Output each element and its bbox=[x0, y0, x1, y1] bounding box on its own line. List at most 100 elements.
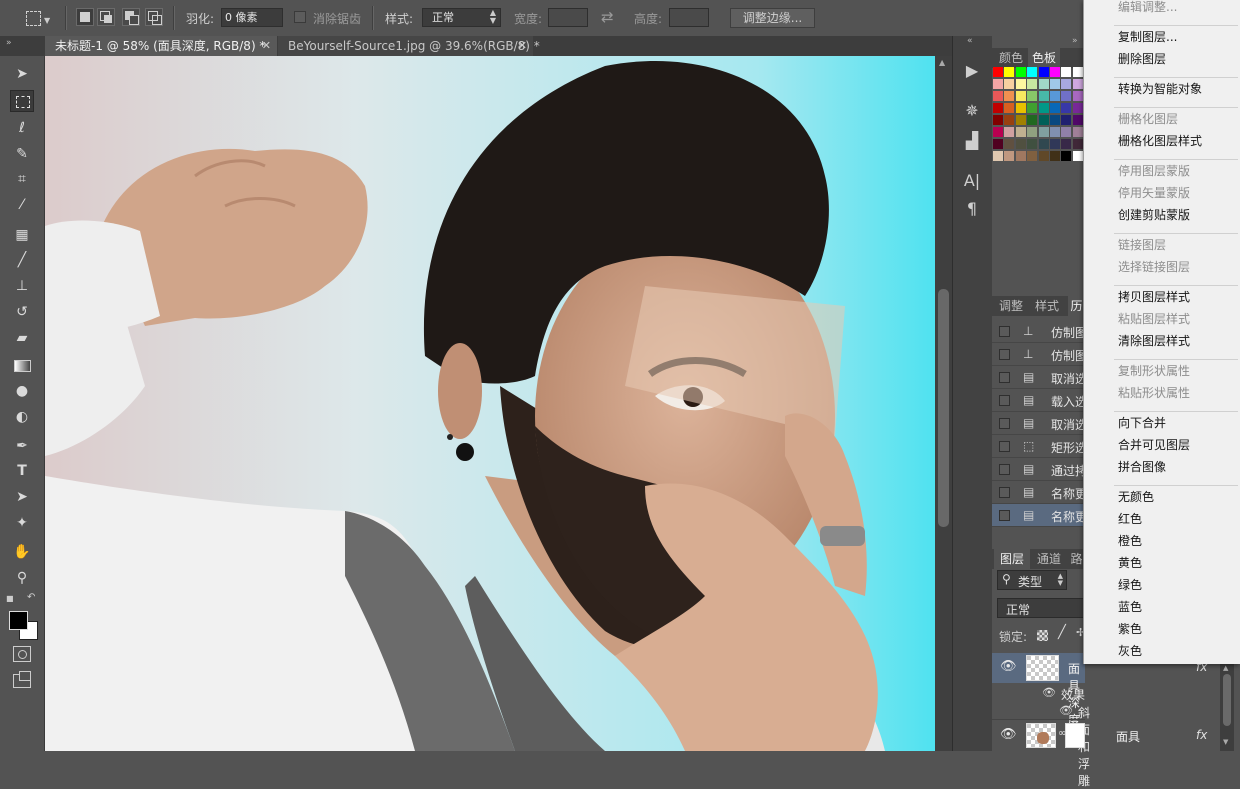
color-swatch[interactable] bbox=[1038, 139, 1049, 149]
history-snapshot-checkbox[interactable] bbox=[999, 418, 1010, 429]
color-swatch[interactable] bbox=[1004, 67, 1015, 77]
close-icon[interactable]: ✕ bbox=[262, 36, 271, 56]
mask-layer-fx-icon[interactable]: fx bbox=[1196, 728, 1207, 742]
refine-edge-button[interactable]: 调整边缘... bbox=[730, 8, 815, 28]
quick-selection-tool-icon[interactable]: ✎ bbox=[10, 143, 34, 165]
color-swatch[interactable] bbox=[1050, 67, 1060, 77]
lock-image-pixels-icon[interactable]: ╱ bbox=[1058, 625, 1066, 640]
type-tool-icon[interactable]: T bbox=[10, 460, 34, 482]
panel-menu-icon[interactable]: » bbox=[1072, 36, 1078, 46]
tab-channels[interactable]: 通道 bbox=[1032, 549, 1066, 569]
navigator-icon[interactable]: ✵ bbox=[961, 100, 983, 122]
add-to-selection-button[interactable] bbox=[97, 8, 115, 26]
menu-item[interactable]: 拼合图像 bbox=[1118, 458, 1166, 475]
color-swatch[interactable] bbox=[1015, 115, 1026, 125]
history-snapshot-checkbox[interactable] bbox=[999, 487, 1010, 498]
histogram-icon[interactable]: ▟ bbox=[961, 130, 983, 152]
tab-untitled-1[interactable]: 未标题-1 @ 58% (面具深度, RGB/8) * ✕ bbox=[45, 36, 277, 56]
dock-collapse-icon[interactable]: « bbox=[967, 36, 973, 46]
layer-filter-select[interactable]: ⚲ 类型 ▲ ▼ bbox=[997, 570, 1067, 590]
color-swatch[interactable] bbox=[1038, 79, 1049, 89]
color-swatch[interactable] bbox=[1072, 79, 1083, 89]
scrollbar-thumb[interactable] bbox=[1223, 674, 1231, 726]
color-swatch[interactable] bbox=[993, 151, 1003, 161]
history-state-row[interactable]: ▤ 名称更 bbox=[992, 481, 1087, 504]
menu-item[interactable]: 绿色 bbox=[1118, 576, 1142, 593]
swap-dimensions-icon[interactable]: ⇄ bbox=[601, 8, 614, 26]
history-snapshot-checkbox[interactable] bbox=[999, 395, 1010, 406]
color-swatch[interactable] bbox=[1004, 103, 1015, 113]
play-action-icon[interactable]: ▶ bbox=[961, 60, 983, 82]
color-swatch[interactable] bbox=[1015, 139, 1026, 149]
history-snapshot-checkbox[interactable] bbox=[999, 510, 1010, 521]
healing-brush-tool-icon[interactable]: ▦ bbox=[10, 224, 34, 246]
color-swatch[interactable] bbox=[1004, 91, 1015, 101]
history-state-row[interactable]: ⊥ 仿制图 bbox=[992, 320, 1087, 343]
color-swatch[interactable] bbox=[1061, 91, 1072, 101]
style-select[interactable]: 正常 ▲ ▼ bbox=[422, 8, 501, 27]
color-swatch[interactable] bbox=[1015, 151, 1026, 161]
layer-row-mask-depth[interactable]: 👁 面具深度 bbox=[992, 653, 1085, 727]
menu-item[interactable]: 无颜色 bbox=[1118, 488, 1154, 505]
color-swatch[interactable] bbox=[1038, 127, 1049, 137]
color-swatch[interactable] bbox=[1061, 103, 1072, 113]
close-icon[interactable]: ✕ bbox=[518, 36, 527, 56]
color-swatch[interactable] bbox=[1050, 91, 1060, 101]
history-state-row[interactable]: ▤ 通过拷 bbox=[992, 458, 1087, 481]
color-swatch[interactable] bbox=[1061, 79, 1072, 89]
marquee-tool-preset-icon[interactable]: ▼ bbox=[22, 8, 50, 28]
color-swatch[interactable] bbox=[1072, 151, 1083, 161]
color-swatch[interactable] bbox=[993, 103, 1003, 113]
color-swatch[interactable] bbox=[1038, 103, 1049, 113]
color-swatch[interactable] bbox=[1004, 115, 1015, 125]
vertical-scrollbar[interactable]: ▲ bbox=[935, 56, 952, 751]
move-tool-icon[interactable]: ➤ bbox=[10, 63, 34, 85]
color-swatch[interactable] bbox=[1038, 115, 1049, 125]
color-swatch[interactable] bbox=[1027, 139, 1038, 149]
color-swatch[interactable] bbox=[1072, 127, 1083, 137]
tab-layers[interactable]: 图层 bbox=[994, 549, 1030, 569]
color-swatch[interactable] bbox=[1015, 91, 1026, 101]
menu-item[interactable]: 蓝色 bbox=[1118, 598, 1142, 615]
layer-effect-bevel-row[interactable]: 👁 斜面和浮雕 bbox=[992, 701, 1090, 788]
screen-mode-icon[interactable] bbox=[13, 671, 31, 688]
history-state-row[interactable]: ⬚ 矩形选 bbox=[992, 435, 1087, 458]
paragraph-panel-icon[interactable]: ¶ bbox=[961, 198, 983, 220]
subtract-from-selection-button[interactable] bbox=[122, 8, 140, 26]
color-swatch[interactable] bbox=[1004, 127, 1015, 137]
menu-item[interactable]: 删除图层 bbox=[1118, 50, 1166, 67]
menu-item[interactable]: 黄色 bbox=[1118, 554, 1142, 571]
color-swatch[interactable] bbox=[1015, 79, 1026, 89]
color-swatch[interactable] bbox=[1072, 103, 1083, 113]
hand-tool-icon[interactable]: ✋ bbox=[10, 541, 34, 563]
color-swatch[interactable] bbox=[993, 91, 1003, 101]
color-swatch[interactable] bbox=[1027, 103, 1038, 113]
swap-colors-icon[interactable]: ↶ bbox=[27, 592, 35, 603]
history-snapshot-checkbox[interactable] bbox=[999, 349, 1010, 360]
color-swatch[interactable] bbox=[1072, 91, 1083, 101]
foreground-color-swatch[interactable] bbox=[9, 611, 28, 630]
tab-adjustments[interactable]: 调整 bbox=[994, 296, 1028, 316]
history-brush-tool-icon[interactable]: ↺ bbox=[10, 301, 34, 323]
layers-scrollbar[interactable]: ▲ ▼ bbox=[1220, 664, 1234, 751]
history-snapshot-checkbox[interactable] bbox=[999, 372, 1010, 383]
color-swatch[interactable] bbox=[1004, 151, 1015, 161]
color-swatch[interactable] bbox=[1050, 127, 1060, 137]
feather-input[interactable]: 0 像素 bbox=[221, 8, 283, 27]
eye-visibility-icon[interactable]: 👁 bbox=[1000, 659, 1017, 674]
color-swatch[interactable] bbox=[1050, 151, 1060, 161]
color-swatch[interactable] bbox=[1004, 79, 1015, 89]
lock-transparent-pixels-icon[interactable] bbox=[1037, 630, 1048, 641]
tab-styles[interactable]: 样式 bbox=[1030, 296, 1064, 316]
panel-collapse-icon[interactable]: » bbox=[6, 38, 12, 48]
layer-effects-row[interactable]: 👁 效果 bbox=[992, 683, 1085, 703]
height-input[interactable] bbox=[669, 8, 709, 27]
eraser-tool-icon[interactable]: ▰ bbox=[10, 327, 34, 349]
menu-item[interactable]: 红色 bbox=[1118, 510, 1142, 527]
character-panel-icon[interactable]: A| bbox=[961, 170, 983, 192]
document-canvas[interactable] bbox=[45, 56, 935, 751]
color-swatch[interactable] bbox=[1015, 103, 1026, 113]
crop-tool-icon[interactable]: ⌗ bbox=[10, 168, 34, 190]
width-input[interactable] bbox=[548, 8, 588, 27]
color-swatch[interactable] bbox=[1027, 127, 1038, 137]
